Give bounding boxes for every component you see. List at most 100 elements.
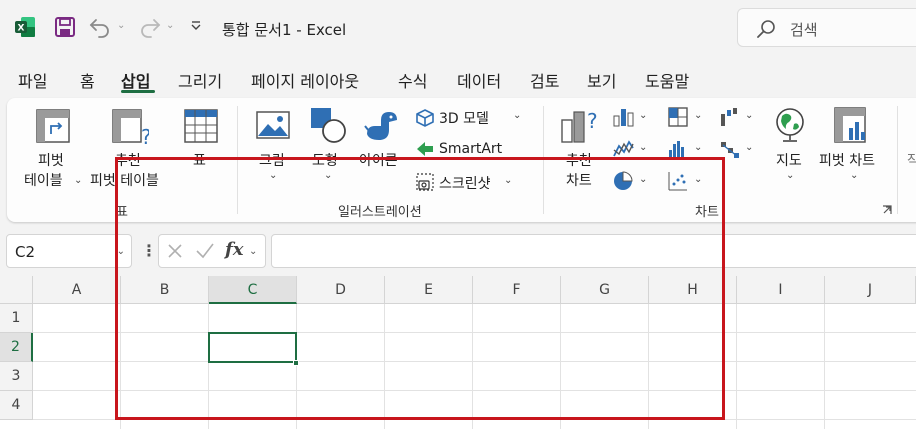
gridline	[33, 332, 916, 333]
smartart-label: SmartArt	[439, 141, 503, 157]
globe-icon	[776, 108, 804, 142]
column-header-g[interactable]: G	[561, 276, 649, 304]
search-box[interactable]: 검색	[737, 8, 916, 47]
line-chart-chevron-icon: ⌄	[639, 142, 648, 153]
pictures-label: 그림	[259, 153, 285, 169]
gridline	[472, 304, 473, 429]
tab-formulas[interactable]: 수식	[398, 68, 427, 92]
column-header-e[interactable]: E	[385, 276, 473, 304]
shapes-icon	[311, 108, 346, 143]
tab-insert[interactable]: 삽입	[121, 68, 150, 92]
ribbon-panel: 피벗 테이블 ⌄ ? 추천 피벗 테이블 표 표 그	[7, 98, 916, 222]
cancel-icon[interactable]	[167, 243, 183, 259]
waterfall-chart-chevron-icon: ⌄	[745, 110, 754, 121]
ribbon-cutoff-label: 작	[907, 153, 916, 169]
redo-icon[interactable]	[138, 14, 162, 38]
tab-help[interactable]: 도움말	[645, 68, 689, 92]
tab-page-layout[interactable]: 페이지 레이아웃	[251, 68, 359, 92]
search-placeholder: 검색	[790, 21, 818, 39]
column-chart-icon	[613, 109, 634, 127]
active-tab-indicator	[121, 90, 155, 93]
group-divider	[237, 106, 238, 214]
fill-handle[interactable]	[293, 360, 299, 366]
gridline	[648, 304, 649, 429]
maps-chevron-icon: ⌄	[786, 170, 795, 181]
name-box-value: C2	[15, 243, 36, 261]
column-header-c[interactable]: C	[209, 276, 297, 304]
row-header-1[interactable]: 1	[0, 304, 33, 333]
pivot-table-chevron-icon: ⌄	[74, 175, 83, 186]
waterfall-chart-icon	[721, 108, 737, 126]
3d-models-label: 3D 모델	[439, 111, 489, 127]
recommended-pivot-label-1: 추천	[115, 153, 141, 169]
recommended-charts-label-2: 차트	[566, 173, 592, 189]
column-header-j[interactable]: J	[825, 276, 916, 304]
tab-file[interactable]: 파일	[18, 68, 47, 92]
customize-qat-icon[interactable]	[189, 19, 203, 33]
formula-bar-grip-icon[interactable]: ⋮	[141, 241, 157, 260]
document-title: 통합 문서1 - Excel	[222, 21, 347, 39]
name-box-chevron-icon[interactable]: ⌄	[117, 246, 125, 257]
tab-home[interactable]: 홈	[80, 68, 95, 92]
recommended-pivot-icon: ?	[112, 109, 149, 146]
column-header-b[interactable]: B	[121, 276, 209, 304]
tab-review[interactable]: 검토	[530, 68, 559, 92]
gridline	[120, 304, 121, 429]
scatter-chart-chevron-icon: ⌄	[694, 174, 703, 185]
column-header-a[interactable]: A	[33, 276, 121, 304]
statistic-chart-chevron-icon: ⌄	[694, 142, 703, 153]
name-box[interactable]: C2 ⌄	[6, 234, 132, 268]
select-all-button[interactable]	[0, 276, 33, 304]
statistic-chart-icon	[668, 141, 688, 159]
formula-chevron-icon[interactable]: ⌄	[249, 246, 257, 257]
formula-input[interactable]	[271, 234, 916, 268]
gridline	[208, 304, 209, 429]
table-label: 표	[193, 153, 206, 169]
title-bar: X ⌄ ⌄ 통합 문서1 - Excel 검색	[0, 0, 916, 56]
tab-draw[interactable]: 그리기	[178, 68, 222, 92]
save-icon[interactable]	[54, 16, 76, 38]
search-icon	[757, 20, 775, 38]
pictures-icon	[256, 111, 290, 139]
charts-group-label: 차트	[695, 205, 719, 220]
scatter-chart-icon	[668, 172, 687, 191]
svg-text:?: ?	[587, 109, 598, 133]
screenshot-label: 스크린샷	[439, 176, 491, 192]
column-chart-chevron-icon: ⌄	[639, 110, 648, 121]
undo-icon[interactable]	[88, 14, 112, 38]
tab-data[interactable]: 데이터	[457, 68, 501, 92]
redo-dropdown[interactable]: ⌄	[166, 20, 174, 31]
pie-chart-chevron-icon: ⌄	[639, 174, 648, 185]
gridline	[33, 361, 916, 362]
spreadsheet-grid[interactable]: A B C D E F G H I J 1 2 3 4	[0, 276, 916, 429]
column-header-f[interactable]: F	[473, 276, 561, 304]
insert-function-button[interactable]: fx	[225, 239, 243, 260]
group-divider	[543, 106, 544, 214]
active-cell[interactable]	[208, 332, 297, 363]
pivot-chart-chevron-icon: ⌄	[850, 170, 859, 181]
gridline	[824, 304, 825, 429]
recommended-pivot-label-2: 피벗 테이블	[90, 173, 159, 189]
combo-chart-chevron-icon: ⌄	[745, 142, 754, 153]
column-header-h[interactable]: H	[649, 276, 737, 304]
tables-group-label: 표	[116, 205, 128, 220]
hierarchy-chart-chevron-icon: ⌄	[694, 110, 703, 121]
excel-logo-icon: X	[15, 17, 35, 37]
row-header-2[interactable]: 2	[0, 333, 33, 362]
maps-label: 지도	[776, 153, 802, 169]
dialog-launcher-icon[interactable]	[881, 204, 893, 216]
pivot-chart-label: 피벗 차트	[819, 153, 875, 169]
enter-check-icon[interactable]	[195, 242, 215, 260]
tab-view[interactable]: 보기	[587, 68, 616, 92]
gridline	[33, 419, 916, 420]
undo-dropdown[interactable]: ⌄	[117, 20, 125, 31]
column-header-d[interactable]: D	[297, 276, 385, 304]
row-header-4[interactable]: 4	[0, 391, 33, 420]
table-icon	[184, 109, 218, 143]
row-header-3[interactable]: 3	[0, 362, 33, 391]
formula-buttons: fx ⌄	[158, 234, 266, 268]
pivot-table-label-1: 피벗	[38, 153, 64, 169]
column-header-i[interactable]: I	[737, 276, 825, 304]
gridline	[33, 390, 916, 391]
pivot-chart-icon	[834, 107, 866, 143]
